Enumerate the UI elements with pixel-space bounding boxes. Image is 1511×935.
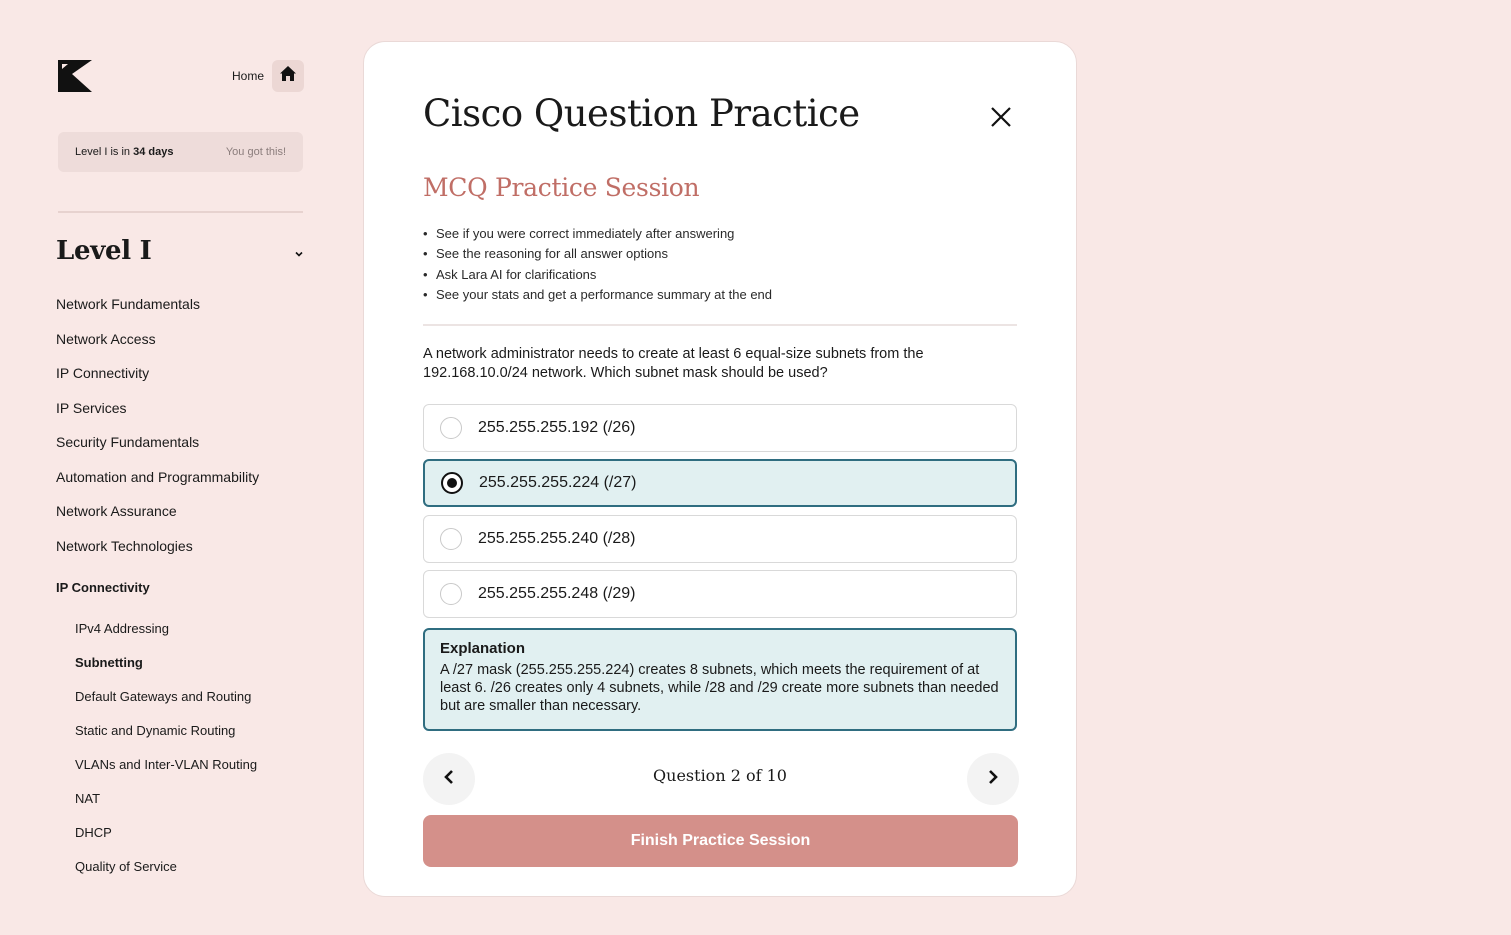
subtopic-subnetting[interactable]: Subnetting [75,655,257,689]
modal-title: Cisco Question Practice [423,92,860,135]
subtopic-vlans[interactable]: VLANs and Inter-VLAN Routing [75,757,257,791]
chevron-right-icon [986,769,1000,790]
answer-label: 255.255.255.248 (/29) [478,585,636,602]
k-logo-icon[interactable] [58,60,92,92]
explanation-text: A /27 mask (255.255.255.224) creates 8 s… [440,662,999,714]
sidebar-item-network-assurance[interactable]: Network Assurance [56,503,259,538]
answer-option-c[interactable]: 255.255.255.240 (/28) [423,515,1017,563]
section-heading: IP Connectivity [56,580,150,595]
chevron-down-icon[interactable] [294,246,304,257]
countdown-text: Level I is in 34 days [75,146,173,158]
sidebar-item-ip-services[interactable]: IP Services [56,400,259,435]
home-icon [279,65,297,87]
home-button[interactable] [272,60,304,92]
session-title: MCQ Practice Session [423,173,700,202]
answer-label: 255.255.255.192 (/26) [478,419,636,436]
explanation-heading: Explanation [440,640,526,657]
sidebar-item-network-fundamentals[interactable]: Network Fundamentals [56,296,259,331]
subtopic-qos[interactable]: Quality of Service [75,859,257,893]
bullet-item: See your stats and get a performance sum… [423,287,772,307]
radio-button[interactable] [440,528,462,550]
subtopic-default-gateways[interactable]: Default Gateways and Routing [75,689,257,723]
home-label[interactable]: Home [232,69,264,83]
home-link[interactable]: Home [232,60,304,92]
subtopic-list: IPv4 Addressing Subnetting Default Gatew… [75,621,257,893]
answer-option-d[interactable]: 255.255.255.248 (/29) [423,570,1017,618]
sidebar-divider [58,211,303,213]
exam-countdown-banner: Level I is in 34 days You got this! [58,132,303,172]
bullet-item: Ask Lara AI for clarifications [423,267,772,287]
sidebar-item-network-access[interactable]: Network Access [56,331,259,366]
modal-divider [423,324,1017,326]
countdown-encouragement: You got this! [225,146,286,158]
bullet-item: See the reasoning for all answer options [423,246,772,266]
radio-button[interactable] [440,583,462,605]
question-counter: Question 2 of 10 [653,766,787,785]
subtopic-nat[interactable]: NAT [75,791,257,825]
radio-button[interactable] [440,417,462,439]
question-text: A network administrator needs to create … [423,346,924,381]
finish-practice-button[interactable]: Finish Practice Session [423,815,1018,867]
bullet-item: See if you were correct immediately afte… [423,226,772,246]
sidebar-item-automation[interactable]: Automation and Programmability [56,469,259,504]
sidebar-item-security-fundamentals[interactable]: Security Fundamentals [56,434,259,469]
answer-option-b[interactable]: 255.255.255.224 (/27) [423,459,1017,507]
practice-modal: Cisco Question Practice MCQ Practice Ses… [363,41,1077,897]
sidebar-item-network-technologies[interactable]: Network Technologies [56,538,259,573]
subtopic-dhcp[interactable]: DHCP [75,825,257,859]
answer-label: 255.255.255.224 (/27) [479,474,637,491]
subtopic-ipv4-addressing[interactable]: IPv4 Addressing [75,621,257,655]
level-selector[interactable]: Level I [56,236,304,266]
countdown-days: 34 days [133,146,174,158]
sidebar-item-ip-connectivity[interactable]: IP Connectivity [56,365,259,400]
close-icon[interactable] [988,104,1014,130]
feature-bullet-list: See if you were correct immediately afte… [423,226,772,307]
subtopic-static-dynamic-routing[interactable]: Static and Dynamic Routing [75,723,257,757]
topic-list: Network Fundamentals Network Access IP C… [56,296,259,572]
radio-button-selected[interactable] [441,472,463,494]
next-question-button[interactable] [967,753,1019,805]
explanation-box: Explanation A /27 mask (255.255.255.224)… [423,628,1017,731]
answer-option-a[interactable]: 255.255.255.192 (/26) [423,404,1017,452]
countdown-prefix: Level I is in [75,146,131,158]
answer-label: 255.255.255.240 (/28) [478,530,636,547]
level-title: Level I [56,236,152,266]
